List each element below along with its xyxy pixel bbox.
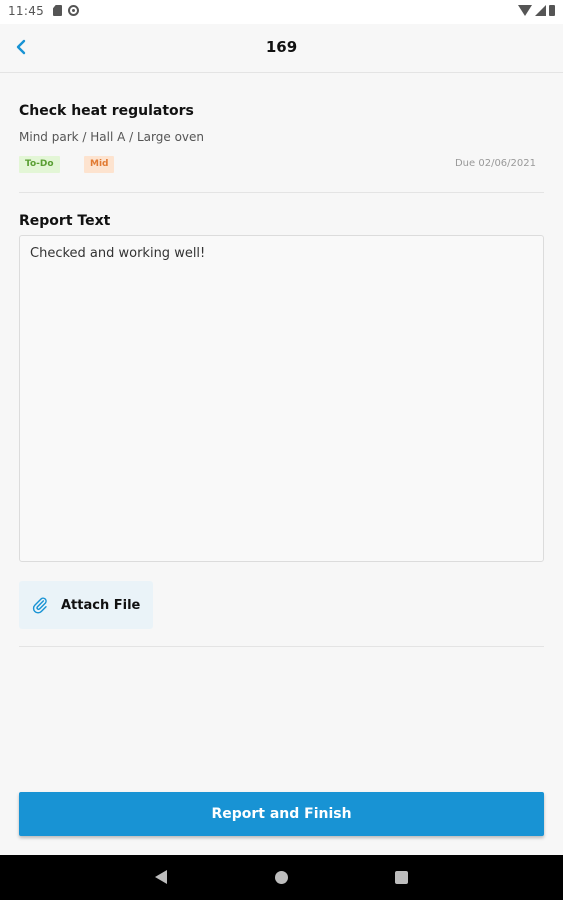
- report-text-label: Report Text: [19, 213, 111, 229]
- sd-card-icon: [53, 5, 62, 16]
- attach-file-label: Attach File: [61, 597, 141, 613]
- task-title: Check heat regulators: [19, 103, 194, 119]
- page-title: 169: [265, 38, 298, 56]
- wifi-icon: [518, 5, 532, 16]
- status-time: 11:45: [8, 4, 45, 18]
- due-date: Due 02/06/2021: [454, 158, 536, 169]
- report-and-finish-label: Report and Finish: [211, 806, 352, 822]
- priority-badge: Mid: [84, 156, 115, 173]
- signal-icon: [535, 5, 546, 16]
- status-left-icons: [53, 5, 79, 16]
- report-text-input[interactable]: Checked and working well!: [19, 235, 544, 562]
- back-triangle-icon[interactable]: [155, 870, 167, 884]
- battery-icon: [549, 5, 555, 16]
- recents-square-icon[interactable]: [395, 871, 408, 884]
- system-nav-bar: [0, 855, 563, 900]
- attach-file-button[interactable]: Attach File: [19, 581, 153, 629]
- report-and-finish-button[interactable]: Report and Finish: [19, 792, 544, 836]
- status-bar: 11:45: [0, 0, 563, 24]
- divider: [19, 646, 544, 647]
- status-right-icons: [518, 5, 555, 16]
- at-sign-icon: [68, 5, 79, 16]
- status-badge: To-Do: [19, 156, 60, 173]
- task-location-path: Mind park / Hall A / Large oven: [19, 130, 204, 144]
- paperclip-icon: [32, 597, 47, 614]
- divider: [19, 192, 544, 193]
- home-circle-icon[interactable]: [275, 871, 288, 884]
- app-bar: 169: [0, 24, 563, 73]
